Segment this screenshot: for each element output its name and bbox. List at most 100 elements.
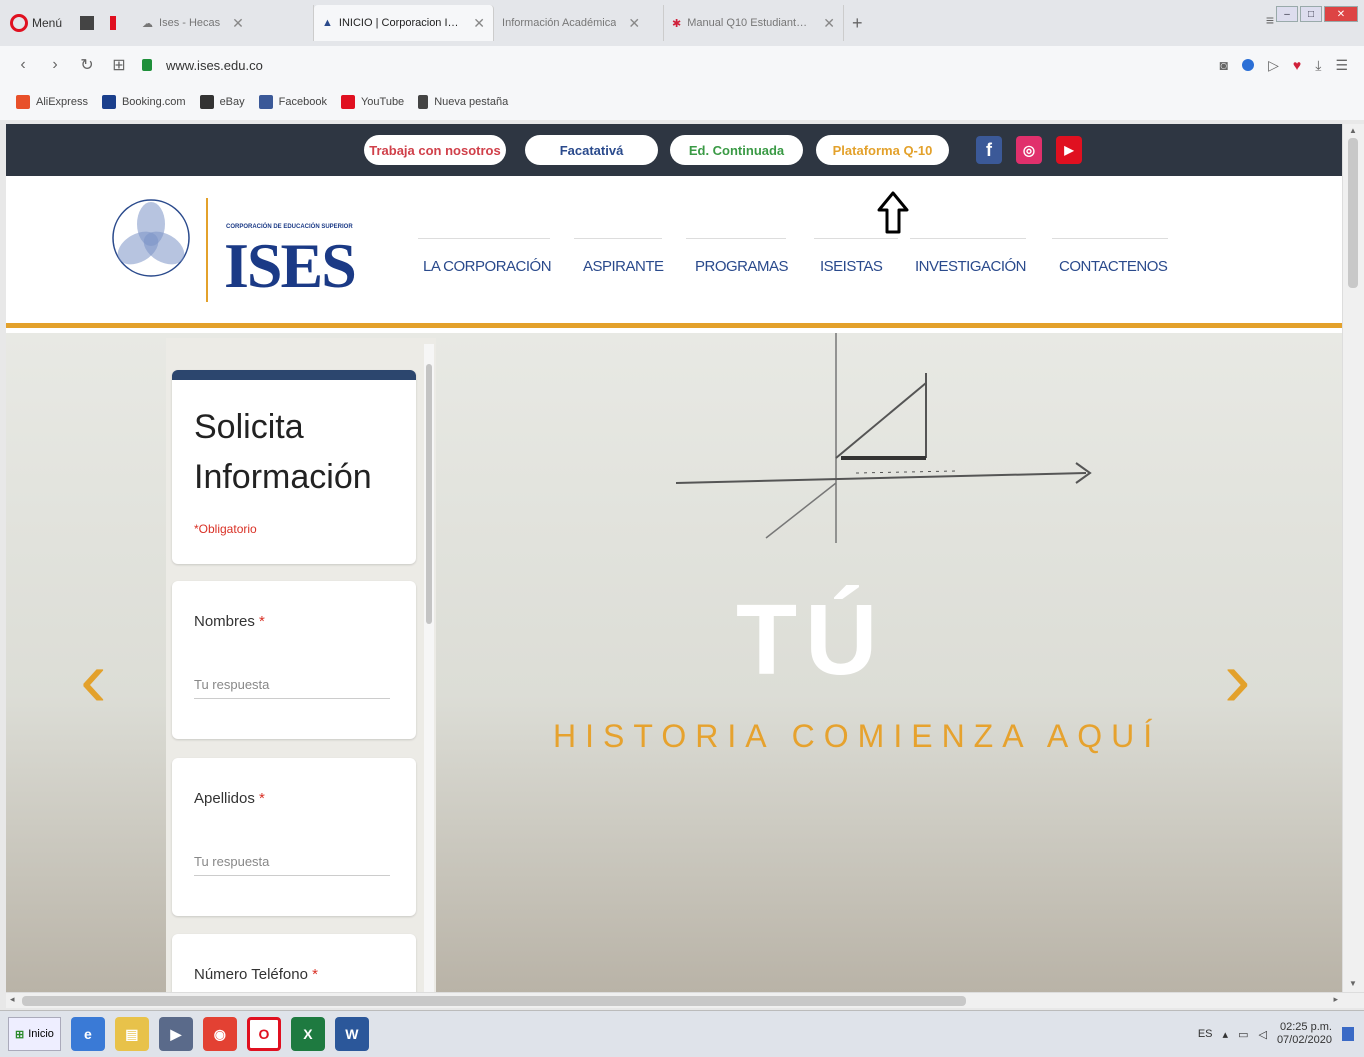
address-bar-actions: ◙ ▷ ♥ ⤓ ☰ [1220,57,1348,74]
nombres-input[interactable]: Tu respuesta [194,677,390,699]
close-tab-icon[interactable]: ✕ [823,15,835,32]
back-icon[interactable]: ‹ [14,56,32,74]
bookmark-label: Booking.com [121,96,186,108]
tab-title: INICIO | Corporacion ISES [338,17,462,29]
page-icon [418,95,429,109]
vertical-scroll-thumb[interactable] [1348,138,1358,288]
tray-arrow-icon[interactable]: ▴ [1223,1028,1229,1041]
hero-subtitle: HISTORIA COMIENZA AQUÍ [553,718,1162,754]
ebay-icon [199,95,214,109]
tab-ises-hecas[interactable]: ☁ Ises - Hecas ✕ [134,5,315,41]
menu-aspirante[interactable]: ASPIRANTE [583,258,664,275]
close-window-button[interactable]: ✕ [1324,6,1358,22]
close-tab-icon[interactable]: ✕ [473,15,485,32]
trabaja-con-nosotros-button[interactable]: Trabaja con nosotros [364,135,506,165]
field-card-apellidos: Apellidos * Tu respuesta [172,758,416,916]
menu-divider [1052,238,1168,239]
menu-contactenos[interactable]: CONTACTENOS [1059,258,1168,275]
bookmark-ebay[interactable]: eBay [199,95,245,109]
up-arrow-annotation-icon [877,191,909,234]
easy-setup-icon[interactable]: ☰ [1335,57,1348,74]
internet-explorer-icon[interactable]: e [70,1017,105,1051]
bookmark-aliexpress[interactable]: AliExpress [16,95,88,109]
menu-divider [910,238,1026,239]
tab-title: Ises - Hecas [159,17,221,29]
slider-next-icon[interactable]: › [1224,633,1251,725]
scroll-up-icon[interactable]: ▲ [1349,126,1357,135]
new-tab-button[interactable]: + [844,13,871,34]
tab-menu-icon[interactable]: ≡ [1266,12,1274,28]
bookmark-label: AliExpress [36,96,88,108]
reload-icon[interactable]: ↻ [78,55,96,75]
excel-icon[interactable]: X [290,1017,325,1051]
opera-taskbar-icon[interactable]: O [246,1017,281,1051]
speed-dial-icon[interactable] [80,16,95,30]
bookmark-facebook[interactable]: Facebook [258,95,327,109]
close-tab-icon[interactable]: ✕ [628,15,640,32]
scroll-right-icon[interactable]: ▸ [1333,994,1338,1005]
field-card-telefono: Número Teléfono * [172,934,416,992]
url-field[interactable]: www.ises.edu.co [166,58,263,73]
tab-informacion-academica[interactable]: Información Académica ✕ [494,5,665,41]
page-horizontal-scrollbar[interactable]: ◂ ▸ [6,992,1364,1008]
page-viewport: Trabaja con nosotros Facatativá Ed. Cont… [6,124,1342,992]
horizontal-scroll-thumb[interactable] [22,996,966,1006]
windows-logo-icon: ⊞ [15,1028,25,1041]
menu-programas[interactable]: PROGRAMAS [695,258,789,275]
network-icon[interactable]: ▭ [1238,1028,1248,1041]
file-explorer-icon[interactable]: ▤ [114,1017,149,1051]
camera-icon[interactable]: ◙ [1220,57,1228,73]
menu-label: Menú [32,16,63,30]
site-header: CORPORACIÓN DE EDUCACIÓN SUPERIOR ISES L… [6,176,1342,328]
word-icon[interactable]: W [334,1017,369,1051]
opera-menu-button[interactable]: Menú [0,0,72,46]
tab-manual-q10[interactable]: ✱ Manual Q10 Estudiantes - ✕ [664,5,845,41]
ises-logo-emblem-icon [112,199,190,277]
vpn-icon[interactable] [1242,59,1255,71]
instagram-social-icon[interactable]: ◎ [1016,136,1042,164]
minimize-button[interactable]: – [1276,6,1298,22]
start-button[interactable]: ⊞ Inicio [8,1017,61,1051]
bookmark-label: Nueva pestaña [434,96,509,108]
menu-la-corporacion[interactable]: LA CORPORACIÓN [423,258,552,275]
bookmark-label: eBay [219,96,245,108]
download-icon[interactable]: ⤓ [1315,57,1321,74]
bookmarks-bar: AliExpress Booking.com eBay Facebook You… [0,84,1364,120]
bookmark-label: YouTube [360,96,405,108]
page-vertical-scrollbar[interactable]: ▲ ▼ [1342,124,1364,992]
form-scrollbar[interactable] [424,344,434,992]
bookmark-booking[interactable]: Booking.com [101,95,186,109]
grid-icon[interactable]: ⊞ [110,55,128,75]
tab-inicio[interactable]: ▲ INICIO | Corporacion ISES ✕ [314,5,495,41]
field-label: Apellidos * [194,790,265,807]
chrome-icon[interactable]: ◉ [202,1017,237,1051]
form-scroll-thumb[interactable] [426,364,432,624]
clock[interactable]: 02:25 p.m. 07/02/2020 [1277,1021,1332,1047]
menu-iseistas[interactable]: ISEISTAS [820,258,883,275]
facatativa-button[interactable]: Facatativá [525,135,658,165]
maximize-button[interactable]: □ [1300,6,1322,22]
forward-icon[interactable]: › [46,56,64,74]
scroll-down-icon[interactable]: ▼ [1349,979,1357,988]
media-player-icon[interactable]: ▶ [158,1017,193,1051]
language-indicator[interactable]: ES [1198,1028,1213,1040]
form-title: Solicita Información [194,408,372,496]
slider-prev-icon[interactable]: ‹ [80,633,107,725]
bookmark-youtube[interactable]: YouTube [340,95,405,109]
heart-icon[interactable]: ♥ [1293,57,1301,73]
ed-continuada-button[interactable]: Ed. Continuada [670,135,803,165]
bookmark-nueva-pestana[interactable]: Nueva pestaña [418,95,508,109]
close-tab-icon[interactable]: ✕ [232,15,244,32]
apellidos-input[interactable]: Tu respuesta [194,854,390,876]
show-desktop-icon[interactable] [1342,1027,1354,1041]
pause-icon[interactable] [110,16,117,30]
plataforma-q10-button[interactable]: Plataforma Q-10 [816,135,949,165]
youtube-social-icon[interactable]: ▶ [1056,136,1082,164]
menu-investigacion[interactable]: INVESTIGACIÓN [915,258,1027,275]
facebook-social-icon[interactable]: f [976,136,1002,164]
scroll-left-icon[interactable]: ◂ [10,994,15,1005]
logo-brand[interactable]: ISES [224,234,357,298]
field-label: Nombres * [194,613,265,630]
play-icon[interactable]: ▷ [1268,57,1279,74]
volume-icon[interactable]: ◁ [1258,1028,1266,1041]
